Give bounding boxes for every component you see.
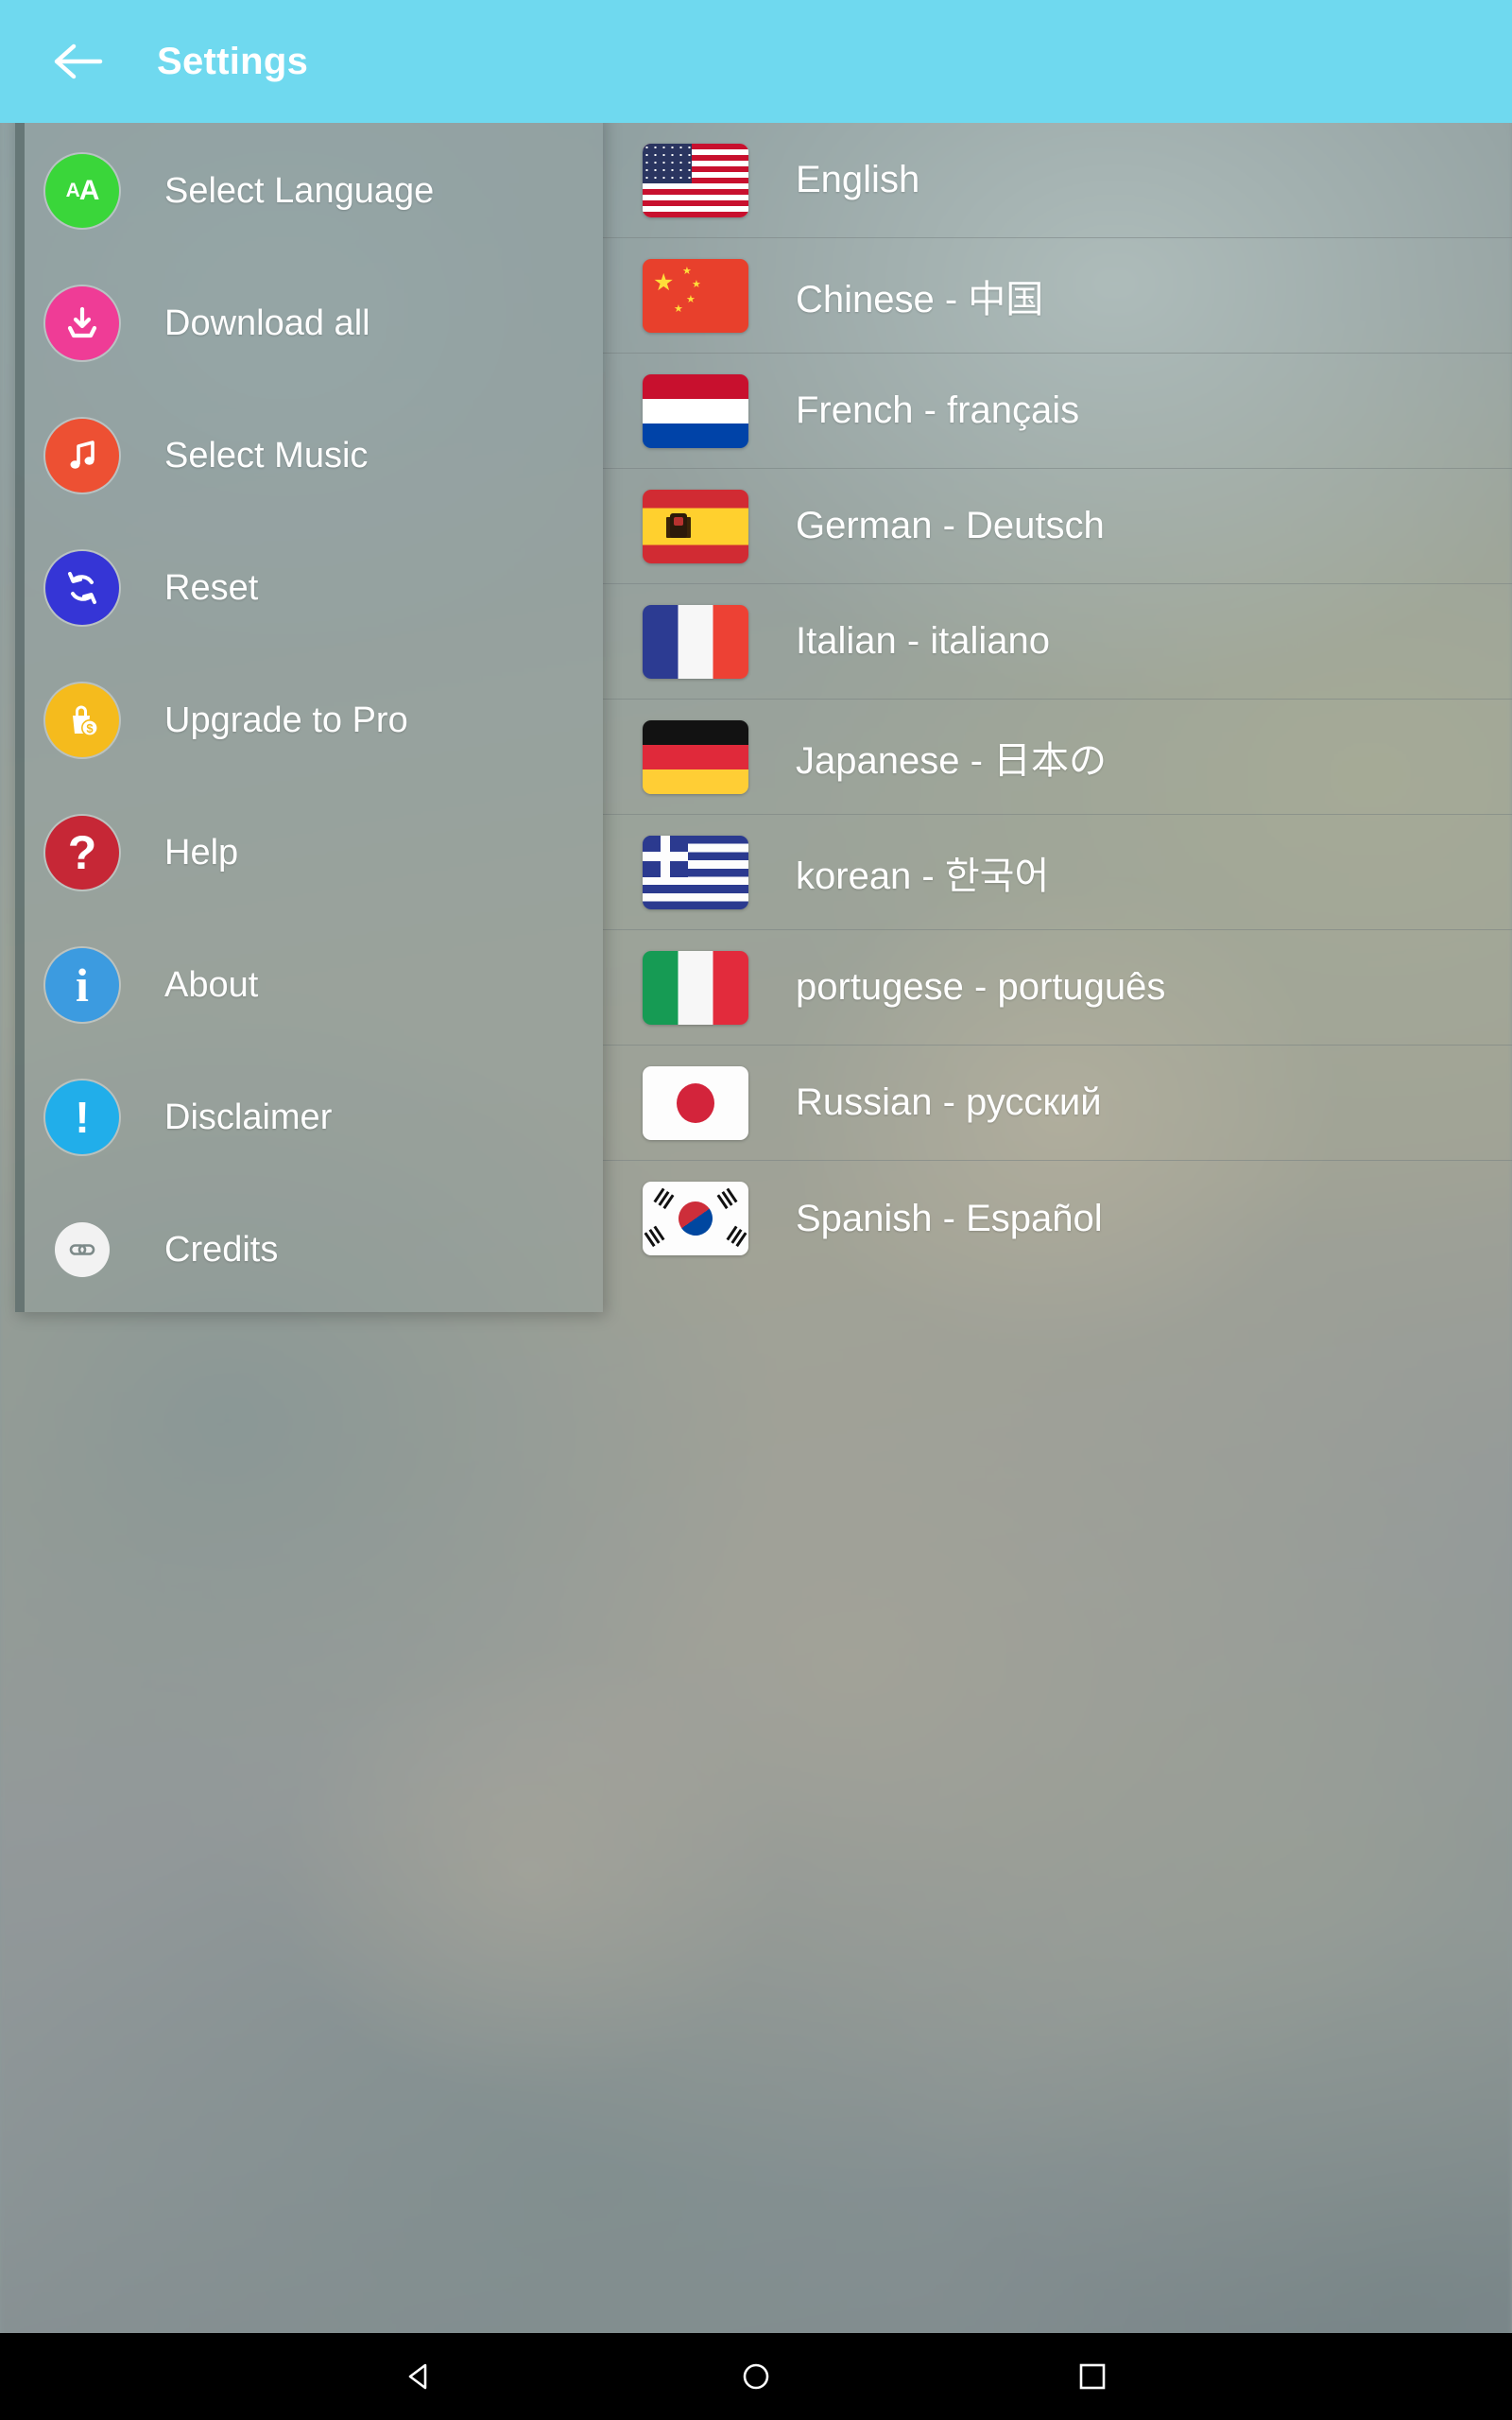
language-label: Japanese - 日本の [796, 739, 1108, 782]
language-label: Italian - italiano [796, 620, 1051, 662]
menu-item-select-music[interactable]: Select Music [25, 389, 603, 522]
menu-item-help[interactable]: ? Help [25, 786, 603, 919]
language-row-spanish[interactable]: Spanish - Español [603, 1161, 1512, 1276]
flag-netherlands-icon [643, 373, 748, 448]
language-row-portugese[interactable]: portugese - português [603, 930, 1512, 1046]
menu-item-label: Help [164, 832, 239, 873]
language-label: German - Deutsch [796, 505, 1105, 546]
language-label: Spanish - Español [796, 1197, 1103, 1239]
language-row-english[interactable]: English [603, 123, 1512, 238]
menu-item-upgrade-to-pro[interactable]: $ Upgrade to Pro [25, 654, 603, 786]
warning-exclamation-icon: ! [45, 1080, 119, 1154]
menu-item-disclaimer[interactable]: ! Disclaimer [25, 1051, 603, 1184]
menu-item-credits[interactable]: Credits [25, 1184, 603, 1316]
language-label: English [796, 159, 920, 200]
app-bar: Settings [0, 0, 1512, 123]
language-row-french[interactable]: French - français [603, 354, 1512, 469]
flag-south-korea-icon [643, 1182, 748, 1255]
flag-china-icon: ★ ★ ★ ★ ★ [643, 258, 748, 333]
language-row-japanese[interactable]: Japanese - 日本の [603, 700, 1512, 815]
menu-item-label: Select Music [164, 435, 369, 475]
flag-germany-icon [643, 719, 748, 794]
menu-item-label: Credits [164, 1229, 279, 1270]
language-label: korean - 한국어 [796, 855, 1050, 897]
menu-item-reset[interactable]: Reset [25, 522, 603, 654]
menu-item-select-language[interactable]: AA Select Language [25, 125, 603, 257]
language-row-russian[interactable]: Russian - русский [603, 1046, 1512, 1161]
menu-item-label: Select Language [164, 170, 435, 211]
language-list: English ★ ★ ★ ★ ★ Chinese - 中国 French - fra… [603, 123, 1512, 1276]
nav-home-icon[interactable] [730, 2350, 782, 2403]
language-label: portugese - português [796, 966, 1166, 1008]
flag-japan-icon [643, 1065, 748, 1140]
flag-usa-icon [643, 143, 748, 217]
refresh-icon [45, 551, 119, 625]
info-icon: i [45, 948, 119, 1022]
flag-spain-icon [643, 489, 748, 563]
text-size-icon: AA [45, 154, 119, 228]
nav-recents-icon[interactable] [1066, 2350, 1119, 2403]
menu-item-label: Upgrade to Pro [164, 700, 408, 740]
menu-item-about[interactable]: i About [25, 919, 603, 1051]
svg-text:$: $ [86, 721, 94, 735]
flag-france-icon [643, 604, 748, 679]
flag-greece-icon [643, 835, 748, 909]
language-row-italian[interactable]: Italian - italiano [603, 584, 1512, 700]
language-label: Chinese - 中国 [796, 278, 1044, 320]
language-label: Russian - русский [796, 1081, 1102, 1123]
menu-item-download-all[interactable]: Download all [25, 257, 603, 389]
language-row-chinese[interactable]: ★ ★ ★ ★ ★ Chinese - 中国 [603, 238, 1512, 354]
flag-italy-icon [643, 950, 748, 1025]
page-title: Settings [157, 40, 309, 82]
download-icon [45, 286, 119, 360]
menu-item-label: About [164, 964, 259, 1005]
shopping-bag-dollar-icon: $ [45, 683, 119, 757]
android-navigation-bar [0, 2333, 1512, 2420]
music-note-icon [45, 419, 119, 493]
nav-back-icon[interactable] [393, 2350, 446, 2403]
menu-item-label: Download all [164, 302, 370, 343]
back-arrow-icon[interactable] [47, 31, 108, 92]
question-mark-icon: ? [45, 816, 119, 890]
screen: Settings AA Select Language Download all [0, 0, 1512, 2420]
settings-drawer: AA Select Language Download all Select M… [15, 112, 603, 1312]
menu-item-label: Reset [164, 567, 259, 608]
language-row-korean[interactable]: korean - 한국어 [603, 815, 1512, 930]
language-label: French - français [796, 389, 1080, 431]
menu-item-label: Disclaimer [164, 1097, 333, 1137]
link-chain-icon [55, 1222, 110, 1277]
language-row-german[interactable]: German - Deutsch [603, 469, 1512, 584]
